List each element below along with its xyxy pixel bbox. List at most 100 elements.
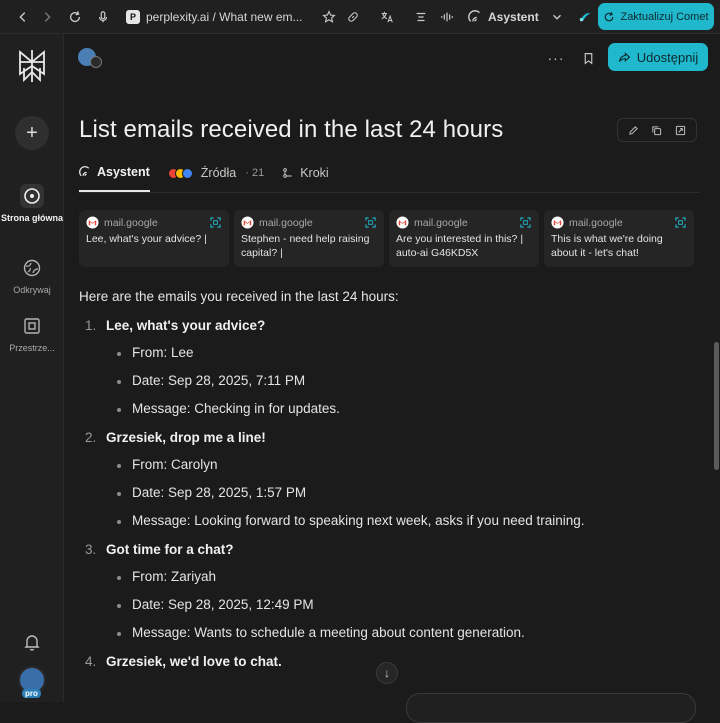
email-from: From: Carolyn xyxy=(106,457,679,472)
translate-icon[interactable] xyxy=(378,5,396,29)
star-icon[interactable] xyxy=(320,5,338,29)
source-site: mail.google xyxy=(414,216,468,229)
arrow-down-icon: ↓ xyxy=(384,666,390,680)
url-text: perplexity.ai / What new em... xyxy=(146,10,303,24)
email-date: Date: Sep 28, 2025, 1:57 PM xyxy=(106,485,679,500)
tab-assistant[interactable]: Asystent xyxy=(79,154,150,192)
source-card[interactable]: mail.google This is what we're doing abo… xyxy=(544,210,694,267)
email-subject: Got time for a chat? xyxy=(106,542,234,557)
tab-label: Kroki xyxy=(300,166,329,180)
scrollbar-thumb[interactable] xyxy=(714,342,719,470)
bell-icon[interactable] xyxy=(22,632,42,652)
expand-icon[interactable] xyxy=(675,217,686,228)
thread-tabs: Asystent Źródła · 21 Kroki xyxy=(79,154,329,192)
chevron-down-icon[interactable] xyxy=(548,5,566,29)
copy-icon[interactable] xyxy=(651,125,662,136)
edit-icon[interactable] xyxy=(628,125,639,136)
assistant-toggle[interactable]: Asystent xyxy=(468,5,539,29)
item-number: 1. xyxy=(85,318,97,333)
email-message: Message: Checking in for updates. xyxy=(106,401,679,416)
expand-icon[interactable] xyxy=(210,217,221,228)
audio-icon[interactable] xyxy=(438,5,456,29)
bookmark-icon[interactable] xyxy=(578,48,598,68)
spaces-icon xyxy=(20,314,44,338)
scroll-down-button[interactable]: ↓ xyxy=(376,662,398,684)
source-card[interactable]: mail.google Stephen - need help raising … xyxy=(234,210,384,267)
source-title: This is what we're doing about it - let'… xyxy=(551,233,663,259)
link-icon[interactable] xyxy=(344,5,362,29)
list-item: 1. Lee, what's your advice? From: Lee Da… xyxy=(79,318,679,416)
tabs-divider xyxy=(79,192,699,193)
source-card[interactable]: mail.google Lee, what's your advice? | xyxy=(79,210,229,267)
address-bar[interactable]: P perplexity.ai / What new em... xyxy=(126,5,303,29)
source-site: mail.google xyxy=(104,216,158,229)
assistant-icon xyxy=(468,10,480,22)
email-from: From: Zariyah xyxy=(106,569,679,584)
email-date: Date: Sep 28, 2025, 12:49 PM xyxy=(106,597,679,612)
item-number: 3. xyxy=(85,542,97,557)
steps-icon xyxy=(283,168,292,178)
source-card[interactable]: mail.google Are you interested in this? … xyxy=(389,210,539,267)
main-content: ··· Udostępnij List emails received in t… xyxy=(64,34,720,702)
reader-icon[interactable] xyxy=(412,5,430,29)
source-title: Stephen - need help raising capital? | xyxy=(241,233,370,259)
back-icon[interactable] xyxy=(14,5,32,29)
list-item: 3. Got time for a chat? From: Zariyah Da… xyxy=(79,542,679,640)
title-toolbar xyxy=(617,118,697,142)
forward-icon[interactable] xyxy=(38,5,56,29)
list-item: 2. Grzesiek, drop me a line! From: Carol… xyxy=(79,430,679,528)
sidebar-item-label: Przestrze... xyxy=(9,343,55,353)
sidebar-item-discover[interactable]: Odkrywaj xyxy=(0,256,64,295)
more-options-button[interactable]: ··· xyxy=(546,48,566,68)
item-number: 2. xyxy=(85,430,97,445)
assistant-label: Asystent xyxy=(488,10,539,24)
discover-icon xyxy=(20,256,44,280)
sidebar-item-spaces[interactable]: Przestrze... xyxy=(0,314,64,353)
browser-toolbar: P perplexity.ai / What new em... Asysten… xyxy=(0,0,720,34)
comet-icon[interactable] xyxy=(576,5,594,29)
item-number: 4. xyxy=(85,654,97,669)
tab-steps[interactable]: Kroki xyxy=(282,154,329,192)
upgrade-icon xyxy=(605,11,614,21)
answer-body: Here are the emails you received in the … xyxy=(79,289,679,683)
home-icon xyxy=(20,184,44,208)
email-message: Message: Wants to schedule a meeting abo… xyxy=(106,625,679,640)
gmail-icon xyxy=(551,216,564,229)
email-from: From: Lee xyxy=(106,345,679,360)
gmail-icon xyxy=(86,216,99,229)
reload-icon[interactable] xyxy=(66,5,84,29)
new-thread-button[interactable]: + xyxy=(15,116,49,150)
answer-intro: Here are the emails you received in the … xyxy=(79,289,399,304)
gmail-icon xyxy=(241,216,254,229)
perplexity-logo-icon[interactable] xyxy=(16,48,48,84)
upgrade-label: Zaktualizuj Comet xyxy=(620,10,709,23)
assistant-icon xyxy=(79,166,90,177)
site-favicon-icon: P xyxy=(126,10,140,24)
open-external-icon[interactable] xyxy=(675,125,686,136)
share-button[interactable]: Udostępnij xyxy=(608,43,708,71)
follow-up-input[interactable] xyxy=(406,693,696,723)
sources-favicons xyxy=(167,167,193,179)
sources-count: · 21 xyxy=(245,167,265,179)
share-label: Udostępnij xyxy=(636,49,699,65)
expand-icon[interactable] xyxy=(520,217,531,228)
page-title: List emails received in the last 24 hour… xyxy=(79,116,504,143)
plus-icon: + xyxy=(26,121,38,144)
sidebar-item-label: Strona główna xyxy=(0,213,63,223)
share-icon xyxy=(618,51,631,62)
email-date: Date: Sep 28, 2025, 7:11 PM xyxy=(106,373,679,388)
source-site: mail.google xyxy=(569,216,623,229)
expand-icon[interactable] xyxy=(365,217,376,228)
gmail-icon xyxy=(396,216,409,229)
tab-sources[interactable]: Źródła · 21 xyxy=(167,154,265,192)
mic-icon[interactable] xyxy=(94,5,112,29)
sidebar-item-home[interactable]: Strona główna xyxy=(0,184,64,223)
email-subject: Grzesiek, drop me a line! xyxy=(106,430,266,445)
history-badge-icon xyxy=(90,56,102,68)
email-list: 1. Lee, what's your advice? From: Lee Da… xyxy=(79,318,679,669)
upgrade-button[interactable]: Zaktualizuj Comet xyxy=(598,3,714,30)
sidebar: + Strona główna Odkrywaj Przestrze... pr… xyxy=(0,34,64,702)
source-title: Are you interested in this? | auto-ai G4… xyxy=(396,233,524,259)
email-subject: Lee, what's your advice? xyxy=(106,318,266,333)
source-cards: mail.google Lee, what's your advice? | m… xyxy=(79,210,699,267)
